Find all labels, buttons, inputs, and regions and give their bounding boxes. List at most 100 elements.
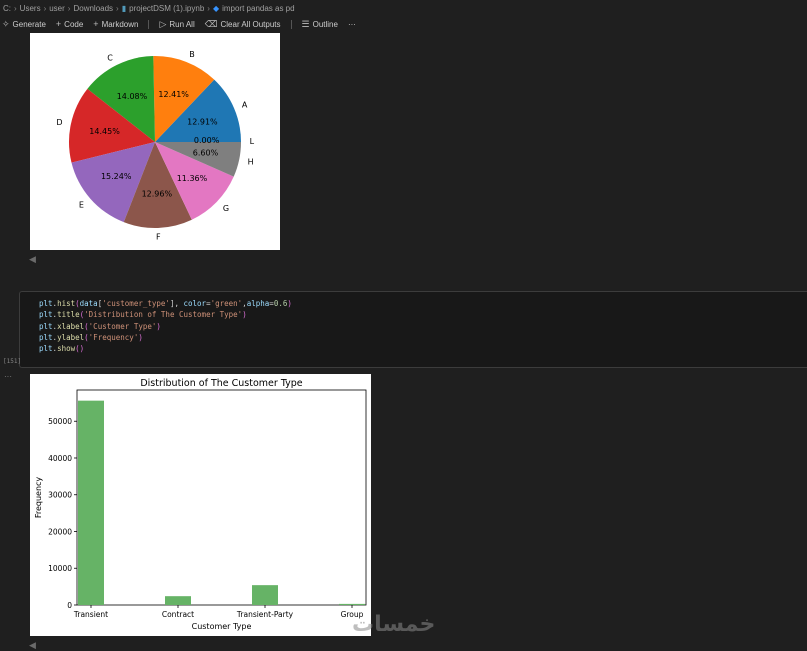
code-editor[interactable]: plt.hist(data['customer_type'], color='g… bbox=[39, 298, 292, 354]
histogram-bar bbox=[165, 596, 191, 605]
add-markdown-button[interactable]: + Markdown bbox=[93, 19, 138, 29]
y-tick-label: 10000 bbox=[48, 564, 72, 573]
play-icon: ▷ bbox=[159, 18, 167, 29]
code-token: plt bbox=[39, 344, 53, 354]
pie-category-label: F bbox=[156, 233, 161, 242]
plus-icon: + bbox=[93, 19, 99, 29]
code-token: 'customer_type' bbox=[102, 299, 170, 308]
pie-pct-label: 11.36% bbox=[177, 174, 208, 183]
pie-category-label: C bbox=[107, 53, 113, 62]
generate-button[interactable]: ✧ Generate bbox=[2, 19, 46, 30]
code-line: plt.title('Distribution of The Customer … bbox=[39, 309, 292, 320]
breadcrumb: C: › Users › user › Downloads › ▮ projec… bbox=[0, 0, 807, 16]
histogram-bar bbox=[339, 603, 365, 605]
chevron-right-icon: › bbox=[43, 3, 47, 13]
x-tick-label: Transient-Party bbox=[236, 610, 294, 619]
more-actions-button[interactable]: ··· bbox=[348, 20, 356, 29]
run-all-button[interactable]: ▷ Run All bbox=[159, 19, 194, 30]
x-tick-label: Transient bbox=[73, 610, 108, 619]
outline-label: Outline bbox=[312, 19, 338, 29]
pie-pct-label: 15.24% bbox=[101, 172, 132, 181]
outline-button[interactable]: ☰ Outline bbox=[302, 19, 338, 30]
code-token: data bbox=[79, 299, 98, 308]
toolbar-divider bbox=[290, 19, 292, 29]
code-token: plt bbox=[39, 321, 53, 331]
list-icon: ☰ bbox=[301, 18, 310, 29]
scroll-left-icon[interactable]: ◀ bbox=[29, 640, 36, 651]
x-axis-label: Customer Type bbox=[192, 622, 252, 631]
pie-pct-label: 14.08% bbox=[117, 92, 148, 101]
output-menu-button[interactable]: ··· bbox=[4, 372, 12, 381]
markdown-label: Markdown bbox=[101, 19, 139, 29]
watermark-logo: خمسات bbox=[352, 612, 436, 637]
code-token: 0.6 bbox=[273, 299, 288, 308]
code-token: () bbox=[75, 344, 85, 354]
code-token: plt bbox=[39, 299, 53, 308]
breadcrumb-item-cell[interactable]: import pandas as pd bbox=[222, 4, 295, 13]
code-line: plt.xlabel('Customer Type') bbox=[39, 321, 292, 332]
sparkle-icon: ✧ bbox=[2, 18, 10, 29]
pie-category-label: E bbox=[79, 200, 84, 209]
code-token: 'green' bbox=[210, 299, 243, 308]
histogram-bar bbox=[78, 400, 104, 605]
pie-pct-label: 14.45% bbox=[89, 127, 120, 136]
breadcrumb-item-drive[interactable]: C: bbox=[3, 4, 11, 13]
code-line: plt.show() bbox=[39, 343, 292, 354]
y-tick-label: 0 bbox=[67, 601, 72, 610]
clear-all-outputs-label: Clear All Outputs bbox=[220, 19, 281, 29]
code-token: color bbox=[183, 299, 207, 308]
pie-pct-label: 12.96% bbox=[142, 190, 173, 199]
notebook-file-icon: ▮ bbox=[121, 3, 127, 13]
breadcrumb-item-file[interactable]: projectDSM (1).ipynb bbox=[129, 4, 204, 13]
pie-category-label: H bbox=[248, 157, 254, 166]
pie-category-label: A bbox=[242, 101, 248, 110]
code-label: Code bbox=[64, 19, 84, 29]
pie-category-label: B bbox=[189, 50, 195, 59]
pie-category-label: D bbox=[56, 118, 62, 127]
y-axis-label: Frequency bbox=[34, 477, 43, 519]
code-cell[interactable]: plt.hist(data['customer_type'], color='g… bbox=[19, 291, 807, 368]
chevron-right-icon: › bbox=[207, 3, 210, 13]
code-token: ], bbox=[169, 299, 184, 308]
code-token: 'Customer Type' bbox=[88, 321, 157, 331]
breadcrumb-item-downloads[interactable]: Downloads bbox=[73, 4, 113, 13]
chevron-right-icon: › bbox=[116, 3, 119, 13]
breadcrumb-item-user[interactable]: user bbox=[49, 4, 65, 13]
chevron-right-icon: › bbox=[67, 3, 71, 13]
pie-category-label: G bbox=[223, 204, 229, 213]
code-token: ) bbox=[242, 310, 247, 320]
clear-all-icon: ⌫ bbox=[204, 18, 218, 29]
execution-count: [151] bbox=[3, 358, 22, 365]
y-tick-label: 30000 bbox=[48, 491, 72, 500]
pie-category-label: L bbox=[250, 137, 255, 146]
scroll-left-icon[interactable]: ◀ bbox=[29, 254, 36, 265]
plus-icon: + bbox=[55, 19, 62, 29]
code-token: 'Distribution of The Customer Type' bbox=[84, 310, 243, 320]
code-token: plt bbox=[39, 332, 53, 342]
code-token: ) bbox=[156, 321, 161, 331]
pie-pct-label: 12.41% bbox=[158, 90, 189, 99]
pie-chart-output: 12.91% A 12.41% B 14.08% C 14.45% D 15.24% E 12.96… bbox=[30, 33, 280, 250]
more-label: ··· bbox=[347, 19, 356, 29]
code-line: plt.ylabel('Frequency') bbox=[39, 332, 292, 343]
pie-pct-label: 12.91% bbox=[187, 118, 218, 127]
x-tick-label: Contract bbox=[162, 610, 194, 619]
y-tick-label: 20000 bbox=[48, 527, 72, 536]
pie-pct-label: 6.60% bbox=[193, 149, 219, 158]
generate-label: Generate bbox=[12, 19, 46, 29]
code-cell-icon: ◆ bbox=[212, 3, 220, 13]
notebook-toolbar: ✧ Generate + Code + Markdown ▷ Run All ⌫… bbox=[0, 16, 807, 32]
plot-frame bbox=[76, 389, 367, 606]
chevron-right-icon: › bbox=[14, 3, 17, 13]
y-tick-label: 40000 bbox=[48, 454, 72, 463]
run-all-label: Run All bbox=[169, 19, 195, 29]
y-tick-label: 50000 bbox=[48, 417, 72, 426]
histogram-bar bbox=[252, 585, 278, 605]
code-token: title bbox=[57, 310, 80, 320]
add-code-button[interactable]: + Code bbox=[56, 19, 83, 29]
pie-pct-label: 0.00% bbox=[194, 136, 220, 145]
clear-all-outputs-button[interactable]: ⌫ Clear All Outputs bbox=[205, 19, 281, 30]
breadcrumb-item-users[interactable]: Users bbox=[20, 4, 41, 13]
code-token: hist bbox=[57, 299, 76, 308]
code-line: plt.hist(data['customer_type'], color='g… bbox=[39, 298, 292, 309]
